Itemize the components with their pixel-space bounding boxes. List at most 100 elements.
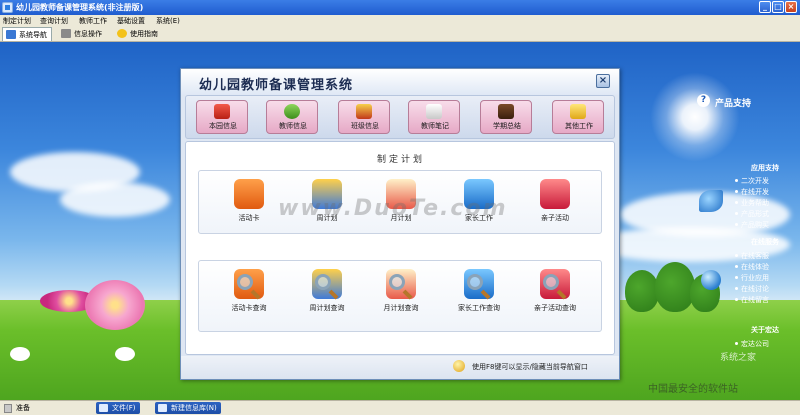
magnifier-icon	[543, 274, 559, 290]
task-label: 文件(F)	[112, 404, 136, 412]
house-icon	[214, 104, 230, 119]
magnifier-icon	[315, 274, 331, 290]
minimize-button[interactable]: _	[759, 1, 771, 13]
query-item-parent-child[interactable]: 亲子活动查询	[525, 269, 585, 323]
product-support-panel: ? 产品支持 应用支持 二次开发 在线开发 业务帮助 产品形式 产品购买 在线服…	[695, 90, 800, 350]
query-item-monthly[interactable]: 月计划查询	[371, 269, 431, 323]
dialog-header: 幼儿园教师备课管理系统 ×	[181, 69, 619, 95]
corner-watermark: 中国最安全的软件站	[648, 384, 738, 395]
tab-label: 本园信息	[209, 122, 237, 130]
link-online-dev[interactable]: 在线开发	[735, 187, 769, 197]
menu-item-basic-settings[interactable]: 基础设置	[117, 16, 145, 26]
menu-item-query[interactable]: 查询计划	[40, 16, 68, 26]
tab-teacher-info[interactable]: 教师信息	[266, 100, 318, 134]
maximize-button[interactable]: □	[772, 1, 784, 13]
dialog-close-button[interactable]: ×	[596, 74, 610, 88]
tab-kindergarten-info[interactable]: 本园信息	[196, 100, 248, 134]
item-label: 家长工作查询	[458, 304, 500, 312]
menu-item-plan[interactable]: 制定计划	[3, 16, 31, 26]
window-icon	[158, 404, 167, 412]
close-button[interactable]: ×	[785, 1, 797, 13]
dialog-footer: 使用F8键可以显示/隐藏当前导航窗口	[181, 356, 619, 379]
question-icon: ?	[697, 94, 710, 107]
help-icon	[117, 29, 127, 38]
home-icon	[356, 104, 372, 119]
status-ready: 准备	[16, 404, 30, 412]
section-header: 在线服务	[751, 238, 779, 246]
product-support-title: 产品支持	[715, 99, 752, 109]
tab-label: 教师笔记	[421, 122, 449, 130]
dialog-title: 幼儿园教师备课管理系统	[199, 78, 354, 93]
window-title: 幼儿园教师备课管理系统(非注册版)	[16, 3, 144, 12]
tab-term-summary[interactable]: 学期总结	[480, 100, 532, 134]
link-industry-app[interactable]: 行业应用	[735, 273, 769, 283]
link-company[interactable]: 宏达公司	[735, 339, 769, 349]
tab-info-operation[interactable]: 信息操作	[58, 27, 106, 41]
task-new-database[interactable]: 新建信息库(N)	[155, 402, 221, 414]
plan-item-activity-card[interactable]: 活动卡	[219, 179, 279, 233]
plan-item-parent-child[interactable]: 亲子活动	[525, 179, 585, 233]
link-online-message[interactable]: 在线留言	[735, 295, 769, 305]
magnifier-icon	[389, 274, 405, 290]
link-online-discuss[interactable]: 在线讨论	[735, 284, 769, 294]
tab-class-info[interactable]: 班级信息	[338, 100, 390, 134]
monitor-icon	[6, 30, 16, 39]
link-online-trial[interactable]: 在线体验	[735, 262, 769, 272]
menu-bar: 制定计划 查询计划 教师工作 基础设置 系统(E)	[0, 15, 800, 26]
section-header: 应用支持	[751, 164, 779, 172]
item-label: 活动卡查询	[231, 304, 267, 312]
query-item-parent-work[interactable]: 家长工作查询	[449, 269, 509, 323]
task-file[interactable]: 文件(F)	[96, 402, 140, 414]
menu-item-system[interactable]: 系统(E)	[156, 16, 180, 26]
menu-item-teacher-work[interactable]: 教师工作	[79, 16, 107, 26]
magnifier-icon	[467, 274, 483, 290]
link-online-service[interactable]: 在线客服	[735, 251, 769, 261]
link-secondary-dev[interactable]: 二次开发	[735, 176, 769, 186]
item-label: 月计划查询	[383, 304, 419, 312]
navigation-dialog: 幼儿园教师备课管理系统 × 本园信息 教师信息 班级信息 教师笔记 学期总结 其…	[180, 68, 620, 380]
tab-label: 使用指南	[130, 30, 158, 38]
question-icon	[570, 104, 586, 119]
query-item-activity-card[interactable]: 活动卡查询	[219, 269, 279, 323]
corner-watermark: 系统之家	[720, 353, 757, 363]
tab-label: 教师信息	[279, 122, 307, 130]
title-bar: 幼儿园教师备课管理系统(非注册版) _ □ ×	[0, 0, 800, 15]
link-business-help[interactable]: 业务帮助	[735, 198, 769, 208]
watermark: www.DuoTe.com	[278, 196, 508, 221]
document-icon	[61, 29, 71, 38]
section-header: 关于宏达	[751, 326, 779, 334]
tree	[625, 270, 659, 312]
item-label: 周计划查询	[309, 304, 345, 312]
dialog-content: 制定计划 活动卡 周计划 月计划 家长工作 亲子活动 ⇓	[185, 141, 615, 355]
section-title: 制定计划	[376, 155, 425, 165]
task-label: 新建信息库(N)	[171, 404, 217, 412]
tab-system-nav[interactable]: 系统导航	[2, 27, 52, 41]
item-label: 亲子活动	[541, 214, 569, 222]
link-product-form[interactable]: 产品形式	[735, 209, 769, 219]
link-product-buy[interactable]: 产品购买	[735, 220, 769, 230]
tab-user-guide[interactable]: 使用指南	[114, 27, 162, 41]
status-icon	[4, 404, 12, 413]
white-flower	[10, 347, 30, 361]
query-item-weekly[interactable]: 周计划查询	[297, 269, 357, 323]
nav-tab-bar: 系统导航 信息操作 使用指南	[0, 26, 800, 42]
bird-logo-icon	[699, 190, 723, 212]
white-flower	[115, 347, 135, 361]
app-icon	[2, 2, 13, 13]
book-icon	[498, 104, 514, 119]
tab-label: 其他工作	[565, 122, 593, 130]
people-icon	[284, 104, 300, 119]
tree	[655, 262, 695, 312]
pink-flower	[85, 280, 145, 330]
pen-note-icon	[426, 104, 442, 119]
tab-teacher-notes[interactable]: 教师笔记	[408, 100, 460, 134]
footer-hint: 使用F8键可以显示/隐藏当前导航窗口	[472, 363, 588, 371]
globe-icon	[701, 270, 721, 290]
window-icon	[99, 404, 108, 412]
item-label: 亲子活动查询	[534, 304, 576, 312]
cloud	[60, 182, 170, 217]
tab-other-work[interactable]: 其他工作	[552, 100, 604, 134]
rss-card-icon	[234, 179, 264, 209]
tab-label: 学期总结	[493, 122, 521, 130]
query-group: 活动卡查询 周计划查询 月计划查询 家长工作查询 亲子活动查询	[198, 260, 602, 332]
